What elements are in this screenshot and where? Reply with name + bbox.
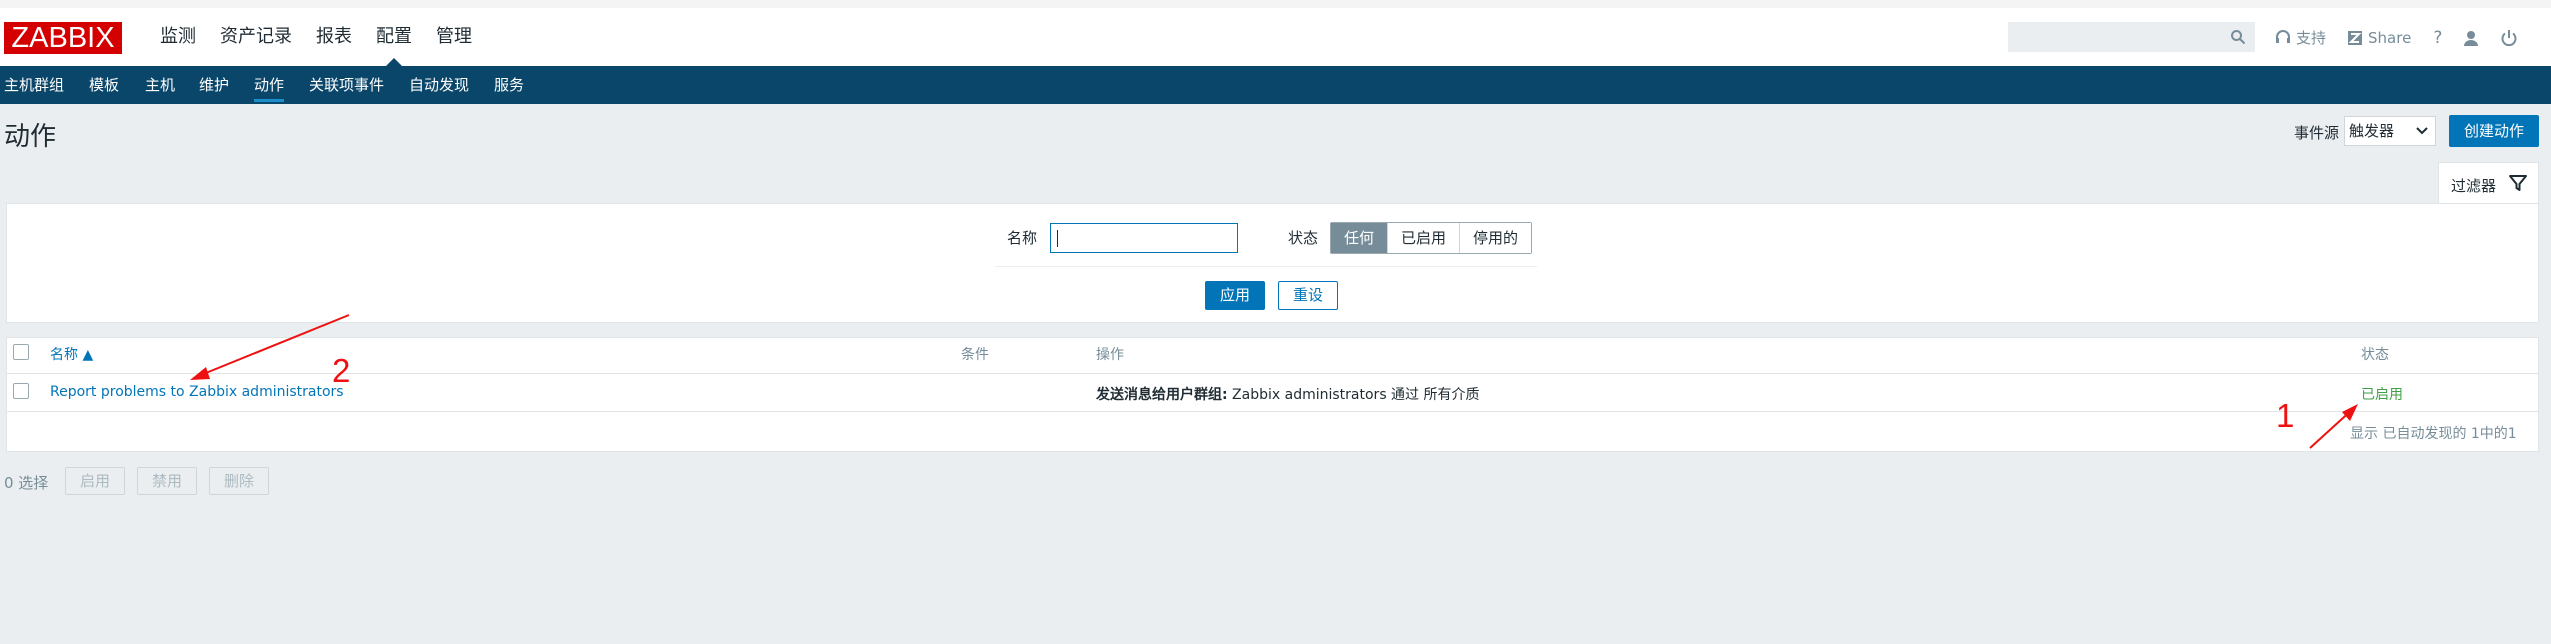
annotation-number-1: 1 bbox=[2276, 397, 2295, 434]
annotation-arrows bbox=[190, 314, 2358, 449]
annotation-arrow-2 bbox=[190, 314, 350, 380]
annotation-arrow-1 bbox=[2309, 404, 2358, 449]
annotation-number-2: 2 bbox=[332, 352, 351, 389]
